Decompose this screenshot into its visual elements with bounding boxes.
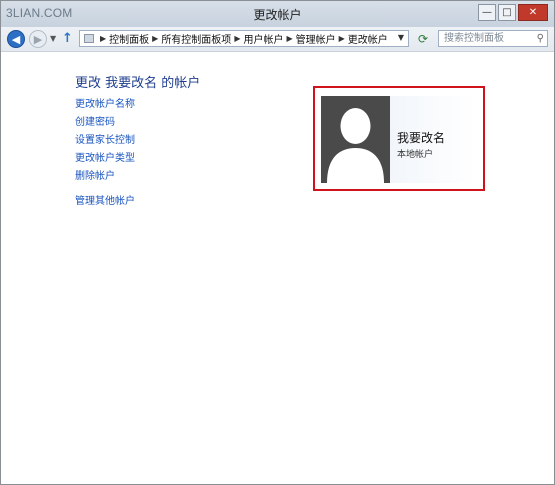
breadcrumb-change-account[interactable]: 更改帐户 [348, 31, 388, 46]
manage-other-accounts-link[interactable]: 管理其他帐户 [75, 195, 135, 213]
window-title: 更改帐户 [253, 8, 302, 22]
maximize-button[interactable]: □ [498, 4, 516, 21]
breadcrumb-separator-icon[interactable]: ▶ [234, 34, 240, 43]
create-password-link[interactable]: 创建密码 [75, 116, 135, 134]
breadcrumb-manage-accounts[interactable]: 管理帐户 [296, 31, 336, 46]
account-tile: 我要改名 本地帐户 [321, 96, 477, 183]
address-bar[interactable]: ▶ 控制面板 ▶ 所有控制面板项 ▶ 用户帐户 ▶ 管理帐户 ▶ 更改帐户 ▼ [79, 30, 409, 47]
page-title: 更改 我要改名 的帐户 [75, 76, 201, 91]
refresh-icon[interactable]: ⟳ [415, 31, 431, 47]
forward-arrow-icon: ▶ [33, 32, 43, 46]
search-placeholder: 搜索控制面板 [444, 33, 504, 44]
minimize-button[interactable]: — [478, 4, 496, 21]
control-panel-icon [84, 34, 94, 43]
change-account-name-link[interactable]: 更改帐户名称 [75, 98, 135, 116]
breadcrumb-control-panel[interactable]: 控制面板 [109, 31, 149, 46]
close-button[interactable]: ✕ [518, 4, 548, 21]
breadcrumb-separator-icon[interactable]: ▶ [339, 34, 345, 43]
breadcrumb-separator-icon[interactable]: ▶ [152, 34, 158, 43]
breadcrumb-user-accounts[interactable]: 用户帐户 [243, 31, 283, 46]
control-panel-window: 3LIAN.COM 更改帐户 — □ ✕ ◀ ▶ ▼ ↑ ▶ 控制面板 ▶ 所有… [0, 0, 555, 485]
forward-button[interactable]: ▶ [29, 30, 47, 48]
change-account-type-link[interactable]: 更改帐户类型 [75, 152, 135, 170]
avatar [321, 96, 390, 183]
task-links: 更改帐户名称 创建密码 设置家长控制 更改帐户类型 删除帐户 管理其他帐户 [75, 98, 135, 213]
account-type: 本地帐户 [397, 150, 434, 160]
address-dropdown-icon[interactable]: ▼ [398, 33, 404, 42]
window-controls: — □ ✕ [478, 4, 548, 21]
user-silhouette-icon [321, 96, 390, 183]
parental-controls-link[interactable]: 设置家长控制 [75, 134, 135, 152]
account-name: 我要改名 [397, 131, 446, 145]
title-bar: 3LIAN.COM 更改帐户 — □ ✕ [1, 1, 554, 27]
navigation-bar: ◀ ▶ ▼ ↑ ▶ 控制面板 ▶ 所有控制面板项 ▶ 用户帐户 ▶ 管理帐户 ▶… [1, 27, 554, 52]
breadcrumb-all-items[interactable]: 所有控制面板项 [161, 31, 231, 46]
search-input[interactable]: 搜索控制面板 ⚲ [438, 30, 548, 47]
search-icon[interactable]: ⚲ [537, 31, 544, 46]
breadcrumb-separator-icon[interactable]: ▶ [100, 34, 106, 43]
breadcrumb-separator-icon[interactable]: ▶ [286, 34, 292, 43]
up-arrow-icon[interactable]: ↑ [62, 31, 73, 46]
recent-pages-dropdown-icon[interactable]: ▼ [50, 34, 56, 43]
back-button[interactable]: ◀ [7, 30, 25, 48]
back-arrow-icon: ◀ [11, 32, 21, 46]
account-card: 我要改名 本地帐户 [313, 86, 485, 191]
delete-account-link[interactable]: 删除帐户 [75, 170, 135, 188]
